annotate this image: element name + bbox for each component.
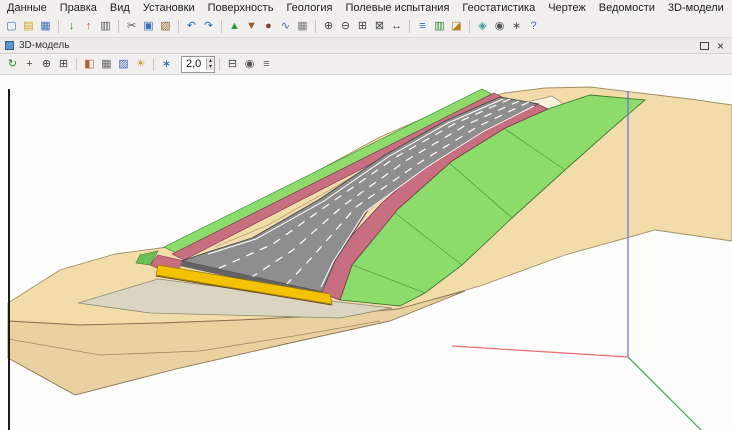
zoom-all-icon[interactable]: ⊠ — [371, 18, 388, 34]
menu-item[interactable]: Геология — [286, 2, 332, 14]
spinner-buttons: ▴ ▾ — [206, 58, 214, 70]
float-window-icon — [700, 42, 709, 50]
3d-cube-icon — [5, 41, 14, 50]
table-icon[interactable]: ≡ — [414, 18, 431, 34]
separator — [118, 20, 119, 33]
menu-item[interactable]: Геостатистика — [462, 2, 535, 14]
export-icon[interactable]: ↑ — [80, 18, 97, 34]
spinner-down-icon[interactable]: ▾ — [207, 64, 214, 70]
geology-icon[interactable]: ▼ — [243, 18, 260, 34]
zoom-window-icon[interactable]: ⊞ — [354, 18, 371, 34]
save-icon[interactable]: ▦ — [37, 18, 54, 34]
new-document-icon[interactable]: ▢ — [3, 18, 20, 34]
pan-icon[interactable]: ↔ — [388, 18, 405, 34]
open-folder-icon[interactable]: ▤ — [20, 18, 37, 34]
surface-icon[interactable]: ▲ — [226, 18, 243, 34]
separator — [178, 20, 179, 33]
separator — [153, 58, 154, 71]
zoom-in-icon[interactable]: ⊕ — [320, 18, 337, 34]
menu-item[interactable]: Ведомости — [599, 2, 655, 14]
zoom-out-icon[interactable]: ⊖ — [337, 18, 354, 34]
borehole-icon[interactable]: ● — [260, 18, 277, 34]
chart-icon[interactable]: ◪ — [448, 18, 465, 34]
close-panel-button[interactable]: × — [717, 40, 724, 52]
lighting-icon[interactable]: ☀ — [132, 56, 149, 72]
camera-icon[interactable]: ◉ — [491, 18, 508, 34]
profile-icon[interactable]: ∿ — [277, 18, 294, 34]
report-icon[interactable]: ▥ — [431, 18, 448, 34]
window-buttons: × — [700, 40, 727, 52]
main-toolbar: ▢▤▦↓↑▥✂▣▨↶↷▲▼●∿▦⊕⊖⊞⊠↔≡▥◪◈◉∗? — [0, 15, 732, 38]
wireframe-icon[interactable]: ▦ — [98, 56, 115, 72]
separator — [221, 20, 222, 33]
texture-icon[interactable]: ▨ — [115, 56, 132, 72]
separator — [219, 58, 220, 71]
panel-title-bar: 3D-модель × — [0, 38, 732, 54]
separator — [469, 20, 470, 33]
menu-item[interactable]: Установки — [143, 2, 195, 14]
menu-item[interactable]: Полевые испытания — [345, 2, 449, 14]
3d-scene[interactable] — [0, 75, 732, 430]
grid-icon[interactable]: ▦ — [294, 18, 311, 34]
3d-toolbar-icons: ↻+⊕⊞ ◧▦▨☀ ∗ — [4, 54, 175, 74]
help-icon[interactable]: ? — [525, 18, 542, 34]
print-icon[interactable]: ▥ — [97, 18, 114, 34]
separator — [58, 20, 59, 33]
paste-icon[interactable]: ▨ — [157, 18, 174, 34]
camera-3d-icon[interactable]: ◉ — [241, 56, 258, 72]
scale-spinner[interactable]: 2,0 ▴ ▾ — [181, 56, 215, 73]
zoom-3d-icon[interactable]: ⊕ — [38, 56, 55, 72]
application-window: Данные Правка Вид Установки Поверхность Геоло… — [0, 0, 732, 430]
zoom-extents-icon[interactable]: ⊞ — [55, 56, 72, 72]
separator — [76, 58, 77, 71]
panel-title: 3D-модель — [19, 40, 69, 51]
settings-icon[interactable]: ∗ — [508, 18, 525, 34]
menu-item[interactable]: 3D-модели — [668, 2, 724, 14]
separator — [315, 20, 316, 33]
3d-toolbar: ↻+⊕⊞ ◧▦▨☀ ∗ 2,0 ▴ ▾ ⊟◉≡ — [0, 54, 732, 75]
scale-value[interactable]: 2,0 — [186, 58, 203, 70]
float-window-button[interactable] — [700, 42, 709, 50]
3d-toolbar-icons-right: ⊟◉≡ — [215, 54, 275, 74]
section-icon[interactable]: ⊟ — [224, 56, 241, 72]
menu-item[interactable]: Чертеж — [548, 2, 586, 14]
axes-icon[interactable]: ∗ — [158, 56, 175, 72]
redo-icon[interactable]: ↷ — [200, 18, 217, 34]
3d-model-icon[interactable]: ◈ — [474, 18, 491, 34]
pan-3d-icon[interactable]: + — [21, 56, 38, 72]
separator — [409, 20, 410, 33]
settings-3d-icon[interactable]: ≡ — [258, 56, 275, 72]
undo-icon[interactable]: ↶ — [183, 18, 200, 34]
menu-item[interactable]: Поверхность — [208, 2, 274, 14]
3d-viewport[interactable] — [0, 75, 732, 430]
import-icon[interactable]: ↓ — [63, 18, 80, 34]
menu-bar: Данные Правка Вид Установки Поверхность Геоло… — [0, 0, 732, 15]
orbit-icon[interactable]: ↻ — [4, 56, 21, 72]
faces-mode-icon[interactable]: ◧ — [81, 56, 98, 72]
menu-item[interactable]: Вид — [110, 2, 130, 14]
cut-icon[interactable]: ✂ — [123, 18, 140, 34]
menu-item[interactable]: Данные — [7, 2, 47, 14]
menu-item[interactable]: Правка — [60, 2, 97, 14]
copy-icon[interactable]: ▣ — [140, 18, 157, 34]
